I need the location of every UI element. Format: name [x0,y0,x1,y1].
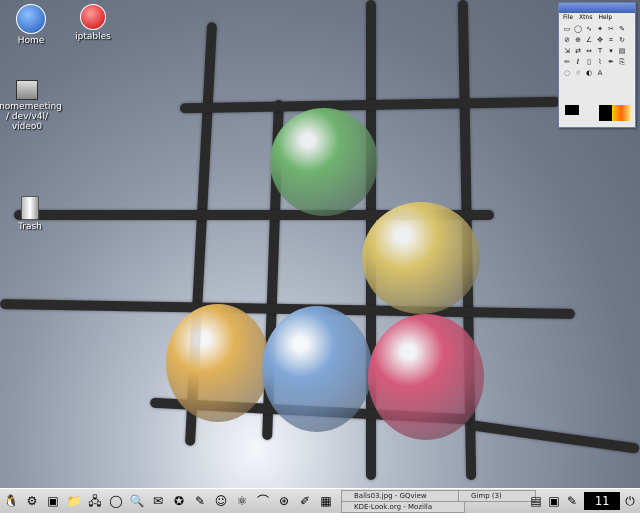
crop-icon[interactable]: ⌗ [606,35,616,45]
shear-icon[interactable]: ⇄ [573,46,583,56]
mail-icon[interactable]: ✉ [150,493,166,509]
scissors-icon[interactable]: ✂ [606,24,616,34]
webcam-icon [16,80,38,100]
clipboard-icon[interactable]: ▤ [528,493,544,509]
ink-icon[interactable]: ✒ [606,57,616,67]
globe-icon[interactable]: ⊛ [276,493,292,509]
fg-bg-color-swatches[interactable] [565,105,589,121]
brush-pattern-gradient-preview[interactable] [599,105,631,121]
task-gimp[interactable]: Gimp (3) [458,490,536,502]
task-mozilla[interactable]: KDE-Look.org - Mozilla [341,501,465,513]
rect-select-icon[interactable]: ▭ [562,24,572,34]
taskbar: 🐧 ⚙ ▣ 📁 🖧 ◯ 🔍 ✉ ✪ ✎ ☺ ⚛ ⌒ ⊛ ✐ ▦ Balls03.… [0,488,640,526]
flip-icon[interactable]: ⇔ [584,46,594,56]
script-icon[interactable]: A [595,68,605,78]
smudge-icon[interactable]: ☝ [573,68,583,78]
measure-icon[interactable]: ∠ [584,35,594,45]
bucket-icon[interactable]: ▾ [606,46,616,56]
network-status-icon[interactable]: ⏻ [622,493,638,509]
brush-icon[interactable]: ℓ [573,57,583,67]
terminal-icon[interactable]: ▣ [45,493,61,509]
desktop-background: Home iptables Gnomemeeting / dev/v4l/ vi… [0,0,640,488]
atom-icon[interactable]: ⚛ [234,493,250,509]
move-icon[interactable]: ✥ [595,35,605,45]
person-icon[interactable]: ☺ [213,493,229,509]
calculator-icon[interactable]: ▦ [318,493,334,509]
dodge-icon[interactable]: ◐ [584,68,594,78]
airbrush-icon[interactable]: ⌇ [595,57,605,67]
pen-icon[interactable]: ✎ [564,493,580,509]
grid-bar [470,420,640,454]
bubble-blue [262,306,372,432]
wand-icon[interactable]: ✦ [595,24,605,34]
desktop-icon-iptables[interactable]: iptables [57,4,129,42]
menu-file[interactable]: File [563,14,573,21]
network-icon[interactable]: 🖧 [87,493,103,509]
blur-icon[interactable]: ◌ [562,68,572,78]
text-icon[interactable]: T [595,46,605,56]
task-label: KDE-Look.org - Mozilla [354,503,433,511]
desktop-icon-label: Gnomemeeting / dev/v4l/ video0 [0,102,62,132]
scale-icon[interactable]: ⇲ [562,46,572,56]
fish-icon[interactable]: ⌒ [255,493,271,509]
task-label: Gimp (3) [471,492,502,500]
bubble-red [368,314,484,440]
start-menu-icon[interactable]: 🐧 [3,493,19,509]
clone-icon[interactable]: ⎘ [617,57,627,67]
menu-help[interactable]: Help [598,14,612,21]
lasso-icon[interactable]: ∿ [584,24,594,34]
bubble-yellow [362,202,480,314]
compass-icon[interactable]: ✪ [171,493,187,509]
menu-xtns[interactable]: Xtns [579,14,592,21]
desktop-icon-label: Trash [18,222,42,232]
home-icon [16,4,46,34]
desktop-icon-label: iptables [75,32,111,42]
desktop-icon-label: Home [17,36,45,46]
display-icon[interactable]: ▣ [546,493,562,509]
gradient-icon[interactable]: ▤ [617,46,627,56]
browser-icon[interactable]: ◯ [108,493,124,509]
desktop-icon-gnomemeeting[interactable]: Gnomemeeting / dev/v4l/ video0 [0,80,62,132]
gimp-toolbox-window[interactable]: File Xtns Help ▭ ◯ ∿ ✦ ✂ ✎ ⊘ ⊕ ∠ ✥ ⌗ ↻ ⇲… [558,2,636,128]
foreground-color[interactable] [565,105,579,115]
toolbox-menubar: File Xtns Help [559,13,635,22]
gimp-icon[interactable]: ✎ [192,493,208,509]
pencil-icon[interactable]: ✏ [562,57,572,67]
iptables-icon [80,4,106,30]
eraser-icon[interactable]: ▯ [584,57,594,67]
search-icon[interactable]: 🔍 [129,493,145,509]
toolbox-titlebar[interactable] [559,3,635,13]
trash-icon [21,196,39,220]
zoom-icon[interactable]: ⊕ [573,35,583,45]
color-picker-icon[interactable]: ⊘ [562,35,572,45]
task-label: Balls03.jpg - GQview [354,492,427,500]
path-icon[interactable]: ✎ [617,24,627,34]
clock: 11 42 [584,492,620,526]
folder-icon[interactable]: 📁 [66,493,82,509]
ellipse-select-icon[interactable]: ◯ [573,24,583,34]
editor-icon[interactable]: ✐ [297,493,313,509]
bubble-green [270,108,378,216]
launcher-icon[interactable]: ⚙ [24,493,40,509]
tool-grid: ▭ ◯ ∿ ✦ ✂ ✎ ⊘ ⊕ ∠ ✥ ⌗ ↻ ⇲ ⇄ ⇔ T ▾ ▤ ✏ ℓ … [559,22,635,80]
rotate-icon[interactable]: ↻ [617,35,627,45]
desktop-icon-trash[interactable]: Trash [0,196,66,232]
bubble-orange [166,304,270,422]
